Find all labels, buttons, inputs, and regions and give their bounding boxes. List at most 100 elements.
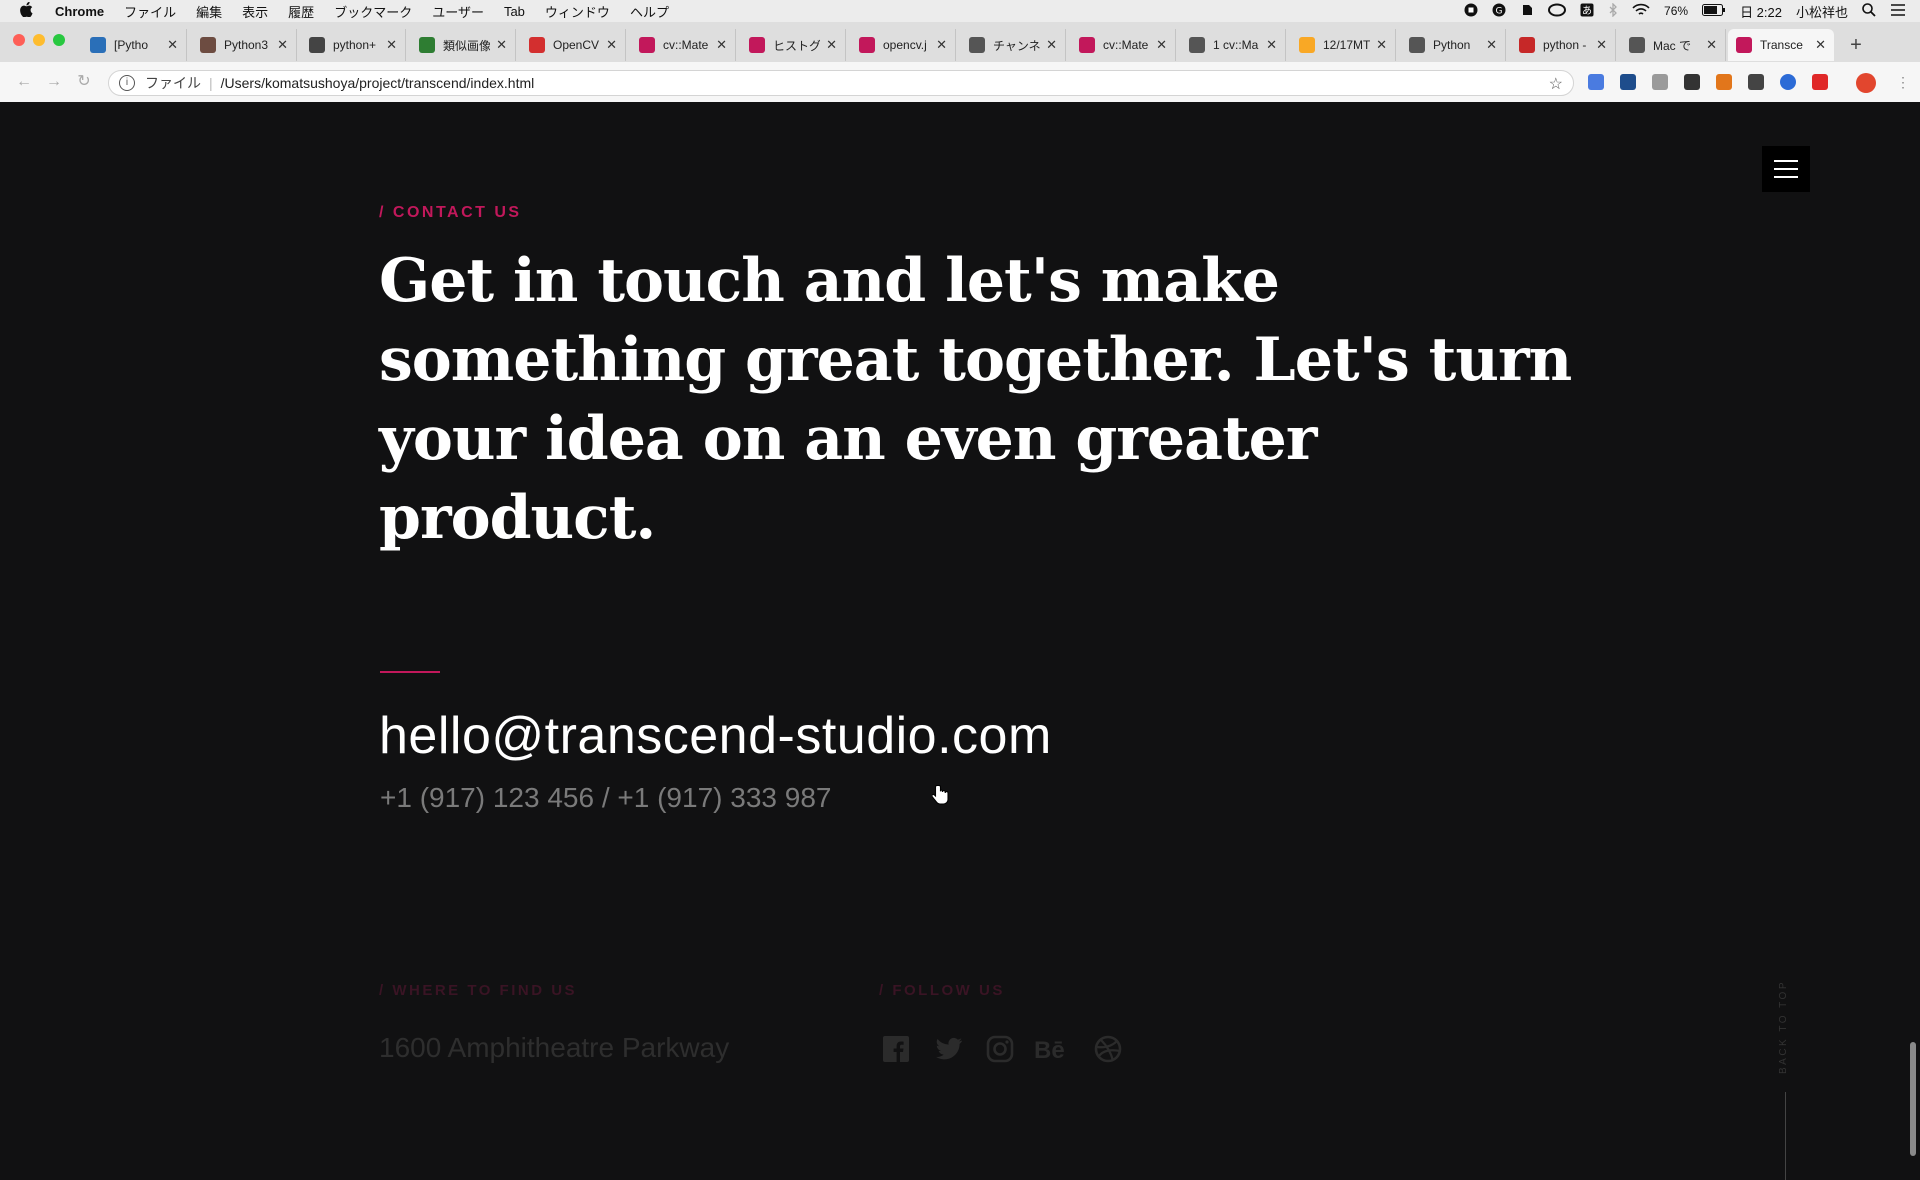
close-tab-icon[interactable]: ✕ xyxy=(1706,37,1717,53)
browser-tab[interactable]: 類似画像 ✕ xyxy=(411,29,516,61)
close-window-button[interactable] xyxy=(13,34,25,46)
translate-extension-icon[interactable] xyxy=(1588,74,1604,90)
extension-icon[interactable] xyxy=(1652,74,1668,90)
profile-avatar[interactable] xyxy=(1856,73,1876,93)
facebook-icon[interactable] xyxy=(882,1035,910,1063)
menu-view[interactable]: 表示 xyxy=(242,2,268,21)
wifi-icon[interactable] xyxy=(1632,3,1650,20)
scrollbar-thumb[interactable] xyxy=(1910,1042,1916,1156)
twitter-icon[interactable] xyxy=(934,1035,962,1063)
tab-favicon xyxy=(749,37,765,53)
grammarly-icon[interactable]: G xyxy=(1492,3,1506,20)
battery-percent: 76% xyxy=(1664,4,1689,18)
metamask-extension-icon[interactable] xyxy=(1716,74,1732,90)
site-info-icon[interactable]: i xyxy=(119,75,135,91)
browser-tab[interactable]: Mac で ✕ xyxy=(1621,29,1726,61)
browser-tab[interactable]: cv::Mate ✕ xyxy=(631,29,736,61)
browser-tab[interactable]: 1 cv::Ma ✕ xyxy=(1181,29,1286,61)
qr-extension-icon[interactable] xyxy=(1684,74,1700,90)
close-tab-icon[interactable]: ✕ xyxy=(1266,37,1277,53)
hamburger-menu-button[interactable] xyxy=(1762,146,1810,192)
menu-app-name[interactable]: Chrome xyxy=(55,4,104,19)
tab-title: 類似画像 xyxy=(443,38,491,53)
notification-center-icon[interactable] xyxy=(1890,3,1906,20)
browser-tab[interactable]: Python3 ✕ xyxy=(192,29,297,61)
close-tab-icon[interactable]: ✕ xyxy=(496,37,507,53)
browser-tab[interactable]: 12/17MT ✕ xyxy=(1291,29,1396,61)
minimize-window-button[interactable] xyxy=(33,34,45,46)
extension-icon[interactable] xyxy=(1780,74,1796,90)
menu-bookmarks[interactable]: ブックマーク xyxy=(334,2,412,21)
bookmark-star-icon[interactable]: ☆ xyxy=(1549,74,1563,94)
close-tab-icon[interactable]: ✕ xyxy=(606,37,617,53)
youtube-extension-icon[interactable] xyxy=(1812,74,1828,90)
back-icon[interactable]: ← xyxy=(14,72,34,92)
close-tab-icon[interactable]: ✕ xyxy=(1376,37,1387,53)
input-method-icon[interactable]: あ xyxy=(1580,3,1594,20)
close-tab-icon[interactable]: ✕ xyxy=(1156,37,1167,53)
tab-title: ヒストグ xyxy=(773,38,821,53)
menu-edit[interactable]: 編集 xyxy=(196,2,222,21)
hamburger-line xyxy=(1774,160,1798,162)
new-tab-button[interactable]: + xyxy=(1845,34,1867,56)
selenium-extension-icon[interactable] xyxy=(1748,74,1764,90)
evernote-icon[interactable] xyxy=(1520,3,1534,20)
tab-favicon xyxy=(1736,37,1752,53)
browser-tab[interactable]: python+ ✕ xyxy=(301,29,406,61)
browser-tab[interactable]: python - ✕ xyxy=(1511,29,1616,61)
menu-history[interactable]: 履歴 xyxy=(288,2,314,21)
browser-tab[interactable]: Python ✕ xyxy=(1401,29,1506,61)
svg-text:あ: あ xyxy=(1582,5,1592,17)
apple-icon[interactable] xyxy=(20,1,33,20)
bluetooth-icon[interactable] xyxy=(1608,1,1618,20)
contact-headline: Get in touch and let's make something gr… xyxy=(379,246,1572,553)
address-bar[interactable]: i ファイル | /Users/komatsushoya/project/tra… xyxy=(108,70,1574,96)
behance-icon[interactable]: Bē xyxy=(1034,1035,1074,1064)
contact-phones: +1 (917) 123 456 / +1 (917) 333 987 xyxy=(380,782,832,813)
browser-tab-active[interactable]: Transce ✕ xyxy=(1728,29,1834,61)
browser-tab[interactable]: opencv.j ✕ xyxy=(851,29,956,61)
address-text: 1600 Amphitheatre Parkway xyxy=(379,1032,730,1063)
browser-tab[interactable]: cv::Mate ✕ xyxy=(1071,29,1176,61)
chrome-menu-icon[interactable]: ⋮ xyxy=(1896,74,1910,91)
browser-tab[interactable]: [Pytho ✕ xyxy=(82,29,187,61)
mac-menubar: Chrome ファイル 編集 表示 履歴 ブックマーク ユーザー Tab ウィン… xyxy=(0,0,1920,22)
browser-tab[interactable]: ヒストグ ✕ xyxy=(741,29,846,61)
close-tab-icon[interactable]: ✕ xyxy=(386,37,397,53)
address-url[interactable]: /Users/komatsushoya/project/transcend/in… xyxy=(221,75,535,91)
reload-icon[interactable]: ↻ xyxy=(74,72,94,92)
spotlight-icon[interactable] xyxy=(1862,2,1876,20)
record-icon[interactable] xyxy=(1464,3,1478,20)
tab-title: Python3 xyxy=(224,38,269,52)
menu-window[interactable]: ウィンドウ xyxy=(545,2,610,21)
clock[interactable]: 日 2:22 xyxy=(1740,2,1782,21)
contact-email-link[interactable]: hello@transcend-studio.com xyxy=(379,706,1052,766)
browser-tab[interactable]: チャンネ ✕ xyxy=(961,29,1066,61)
forward-icon[interactable]: → xyxy=(44,72,64,92)
menu-tab[interactable]: Tab xyxy=(504,4,525,19)
battery-icon[interactable] xyxy=(1702,3,1726,19)
menu-file[interactable]: ファイル xyxy=(124,2,176,21)
menu-users[interactable]: ユーザー xyxy=(432,2,484,21)
back-to-top-button[interactable]: BACK TO TOP xyxy=(1770,970,1802,1082)
close-tab-icon[interactable]: ✕ xyxy=(1596,37,1607,53)
close-tab-icon[interactable]: ✕ xyxy=(167,37,178,53)
tab-favicon xyxy=(529,37,545,53)
dictionary-extension-icon[interactable] xyxy=(1620,74,1636,90)
close-tab-icon[interactable]: ✕ xyxy=(826,37,837,53)
close-tab-icon[interactable]: ✕ xyxy=(1815,37,1826,53)
close-tab-icon[interactable]: ✕ xyxy=(716,37,727,53)
close-tab-icon[interactable]: ✕ xyxy=(1046,37,1057,53)
browser-tab[interactable]: OpenCV ✕ xyxy=(521,29,626,61)
creative-cloud-icon[interactable] xyxy=(1548,3,1567,20)
dribbble-icon[interactable] xyxy=(1094,1035,1122,1063)
hamburger-line xyxy=(1774,176,1798,178)
instagram-icon[interactable] xyxy=(986,1035,1014,1063)
tab-title: Mac で xyxy=(1653,38,1692,53)
close-tab-icon[interactable]: ✕ xyxy=(936,37,947,53)
close-tab-icon[interactable]: ✕ xyxy=(277,37,288,53)
user-name[interactable]: 小松祥也 xyxy=(1796,2,1848,21)
zoom-window-button[interactable] xyxy=(53,34,65,46)
close-tab-icon[interactable]: ✕ xyxy=(1486,37,1497,53)
menu-help[interactable]: ヘルプ xyxy=(630,2,669,21)
